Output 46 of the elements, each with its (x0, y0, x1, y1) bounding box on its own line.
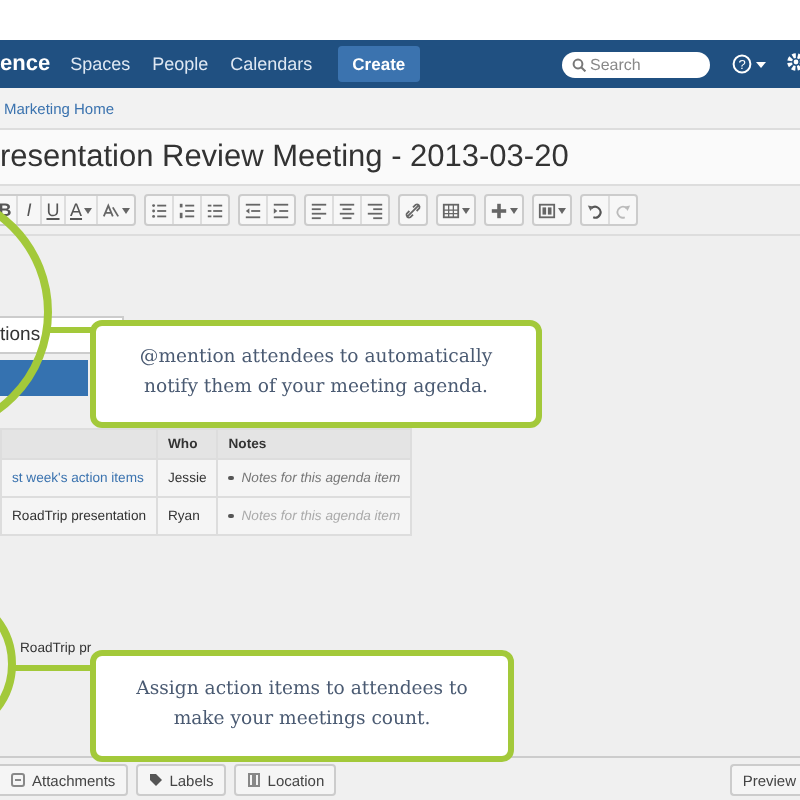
numbered-list-button[interactable] (174, 196, 203, 224)
undo-icon (586, 201, 605, 219)
attachment-icon (10, 772, 26, 788)
outdent-button[interactable] (240, 196, 269, 224)
create-button[interactable]: Create (338, 46, 420, 82)
connector-line (12, 665, 92, 671)
caret-icon (756, 61, 766, 67)
nav-link[interactable]: People (152, 54, 209, 74)
caret-icon (558, 207, 567, 213)
caret-icon (84, 207, 93, 213)
align-left-button[interactable] (306, 196, 335, 224)
bullet-icon (228, 475, 234, 481)
list-icon (206, 201, 225, 219)
app-logo[interactable]: ence (0, 52, 51, 76)
indent-icon (272, 201, 291, 219)
format-button[interactable]: I (18, 196, 42, 224)
text-format-icon (102, 201, 121, 219)
caret-icon (462, 207, 471, 213)
align-right-icon (366, 201, 385, 219)
align-left-icon (310, 201, 329, 219)
undo-button[interactable] (582, 196, 611, 224)
table-icon (442, 201, 461, 219)
location-icon (245, 772, 262, 788)
bullet-list-icon (150, 201, 169, 219)
format-button[interactable]: U (42, 196, 66, 224)
format-button[interactable]: A (66, 196, 99, 224)
nav-link[interactable]: Calendars (230, 54, 313, 74)
nav-link[interactable]: Spaces (70, 54, 131, 74)
bullet-icon (228, 513, 234, 519)
search-field[interactable]: Search (562, 51, 710, 77)
outdent-icon (244, 201, 263, 219)
settings-icon[interactable] (786, 52, 800, 72)
columns-icon (538, 201, 557, 219)
redo-icon (614, 201, 633, 219)
connector-line (48, 327, 92, 333)
callout-tip: @mention attendees to automatically notify them of your meeting agenda. (90, 320, 542, 428)
numbered-list-icon (178, 201, 197, 219)
align-center-button[interactable] (334, 196, 363, 224)
align-center-icon (338, 201, 357, 219)
caret-icon (510, 207, 519, 213)
callout-tip: Assign action items to attendees to make your meetings count. (90, 650, 514, 762)
plus-icon (490, 201, 509, 219)
tag-icon (147, 772, 164, 788)
link-icon (404, 201, 423, 219)
bullet-list-button[interactable] (146, 196, 175, 224)
caret-icon (122, 207, 131, 213)
